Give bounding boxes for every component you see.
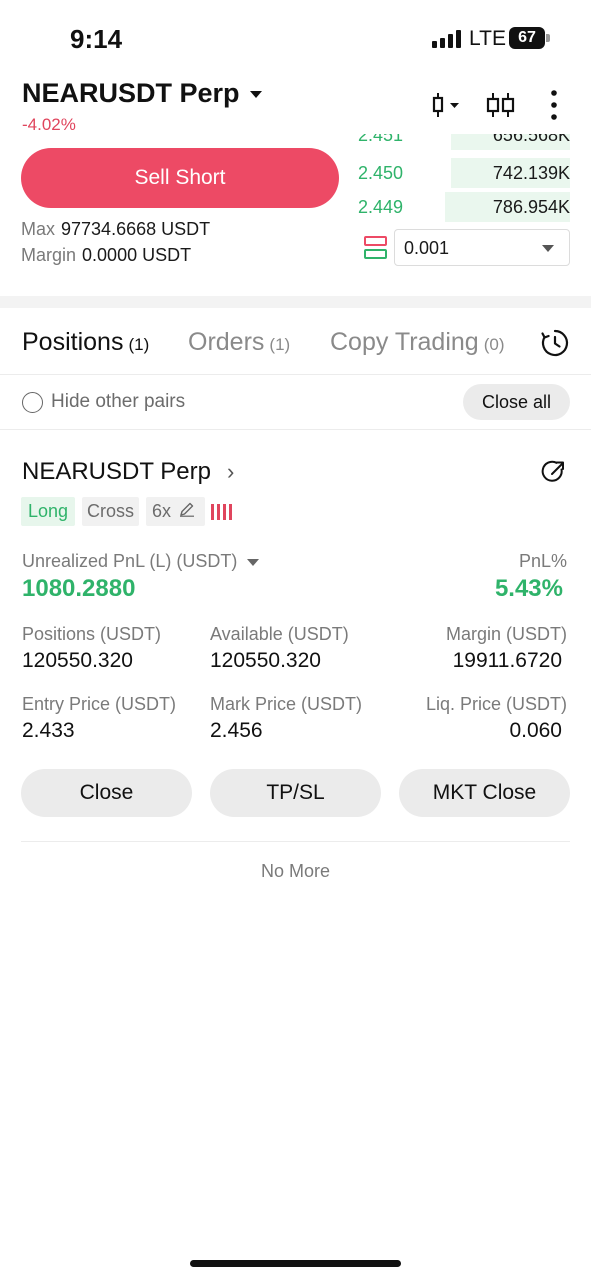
unrealized-pnl-value: 1080.2880	[22, 575, 136, 602]
orderbook-qty: 742.139K	[492, 163, 570, 183]
tab-label: Positions	[22, 328, 124, 356]
orderbook-row[interactable]: 2.450 742.139K	[358, 158, 570, 188]
margin-row: Margin 0.0000 USDT	[21, 245, 191, 266]
entry-price-value: 2.433	[22, 719, 75, 742]
unrealized-pnl-text: Unrealized PnL (L) (USDT)	[22, 551, 238, 571]
entry-price-label: Entry Price (USDT)	[22, 694, 177, 714]
position-pair: NEARUSDT Perp	[22, 458, 211, 485]
mark-price-value: 2.456	[210, 719, 263, 742]
status-bar: 9:14 LTE 67	[0, 0, 591, 78]
close-all-button[interactable]: Close all	[463, 384, 570, 420]
divider	[0, 429, 591, 430]
unrealized-pnl-label[interactable]: Unrealized PnL (L) (USDT)	[22, 551, 260, 572]
hide-other-pairs-label[interactable]: Hide other pairs	[51, 391, 185, 413]
pair-selector[interactable]: NEARUSDT Perp	[22, 78, 262, 109]
orderbook-price: 2.451	[358, 134, 404, 145]
tab-count: (1)	[269, 335, 291, 354]
positions-label: Positions (USDT)	[22, 624, 162, 644]
caret-down-icon	[542, 245, 554, 252]
history-clock-icon[interactable]	[540, 328, 570, 358]
liq-price-label: Liq. Price (USDT)	[425, 694, 567, 714]
margin-usdt-value: 19911.6720	[452, 649, 562, 672]
share-icon[interactable]	[541, 459, 567, 485]
liq-price-value: 0.060	[509, 719, 562, 742]
signal-icon	[432, 30, 462, 48]
available-label: Available (USDT)	[210, 624, 349, 644]
orderbook-qty: 786.954K	[492, 197, 570, 217]
network-label: LTE	[469, 27, 506, 50]
depth-toggle-icon[interactable]	[364, 236, 387, 260]
no-more-text: No More	[260, 861, 331, 881]
divider	[0, 374, 591, 375]
orderbook-price: 2.450	[358, 163, 404, 183]
precision-select[interactable]: 0.001	[394, 229, 570, 266]
pnl-percent-label: PnL%	[518, 551, 567, 571]
more-vertical-icon[interactable]	[542, 88, 566, 122]
market-close-button[interactable]: MKT Close	[399, 769, 570, 817]
orderbook-row[interactable]: 2.451 656.568K	[358, 134, 570, 150]
caret-down-icon	[249, 91, 262, 98]
margin-mode-tag[interactable]: Cross	[82, 497, 139, 526]
margin-value: 0.0000 USDT	[82, 245, 192, 265]
hide-other-pairs-radio[interactable]	[22, 392, 43, 413]
status-time: 9:14	[70, 24, 123, 54]
risk-level-bars-icon	[211, 504, 235, 520]
tab-count: (1)	[128, 335, 150, 354]
chevron-right-icon: ›	[226, 459, 235, 484]
tab-count: (0)	[483, 335, 505, 354]
sell-short-button[interactable]: Sell Short	[21, 148, 339, 208]
orderbook-row[interactable]: 2.449 786.954K	[358, 192, 570, 222]
margin-usdt-label: Margin (USDT)	[445, 624, 567, 644]
mark-price-label: Mark Price (USDT)	[210, 694, 362, 714]
battery-icon: 67	[509, 27, 551, 49]
side-tag: Long	[21, 497, 75, 526]
close-position-button[interactable]: Close	[21, 769, 192, 817]
tab-copy-trading[interactable]: Copy Trading (0)	[330, 328, 504, 357]
battery-level: 67	[509, 27, 545, 49]
available-value: 120550.320	[210, 649, 321, 672]
leverage-tag[interactable]: 6x	[146, 497, 205, 526]
orderbook-price: 2.449	[358, 197, 404, 217]
leverage-value: 6x	[152, 501, 172, 521]
compare-chart-icon[interactable]	[485, 88, 517, 122]
edit-pencil-icon	[179, 501, 195, 522]
positions-value: 120550.320	[22, 649, 133, 672]
pair-title: NEARUSDT Perp	[22, 78, 240, 108]
margin-label: Margin	[21, 245, 77, 265]
divider	[21, 841, 570, 842]
section-divider	[0, 296, 591, 308]
max-row: Max 97734.6668 USDT	[21, 219, 210, 240]
tpsl-button[interactable]: TP/SL	[210, 769, 381, 817]
max-value: 97734.6668 USDT	[61, 219, 211, 239]
pnl-percent-value: 5.43%	[494, 575, 563, 602]
tab-label: Copy Trading	[330, 328, 479, 356]
price-change: -4.02%	[22, 115, 76, 134]
caret-down-icon	[247, 559, 260, 566]
precision-value: 0.001	[404, 238, 450, 258]
tab-positions[interactable]: Positions (1)	[22, 328, 149, 357]
tab-label: Orders	[188, 328, 265, 356]
candlestick-chart-icon[interactable]	[430, 88, 462, 122]
orderbook-row-clipped: 2.451 656.568K	[358, 134, 570, 150]
tab-orders[interactable]: Orders (1)	[188, 328, 290, 357]
position-pair-link[interactable]: NEARUSDT Perp ›	[22, 458, 234, 486]
orderbook-qty: 656.568K	[492, 134, 570, 145]
home-indicator[interactable]	[190, 1260, 401, 1267]
max-label: Max	[21, 219, 56, 239]
